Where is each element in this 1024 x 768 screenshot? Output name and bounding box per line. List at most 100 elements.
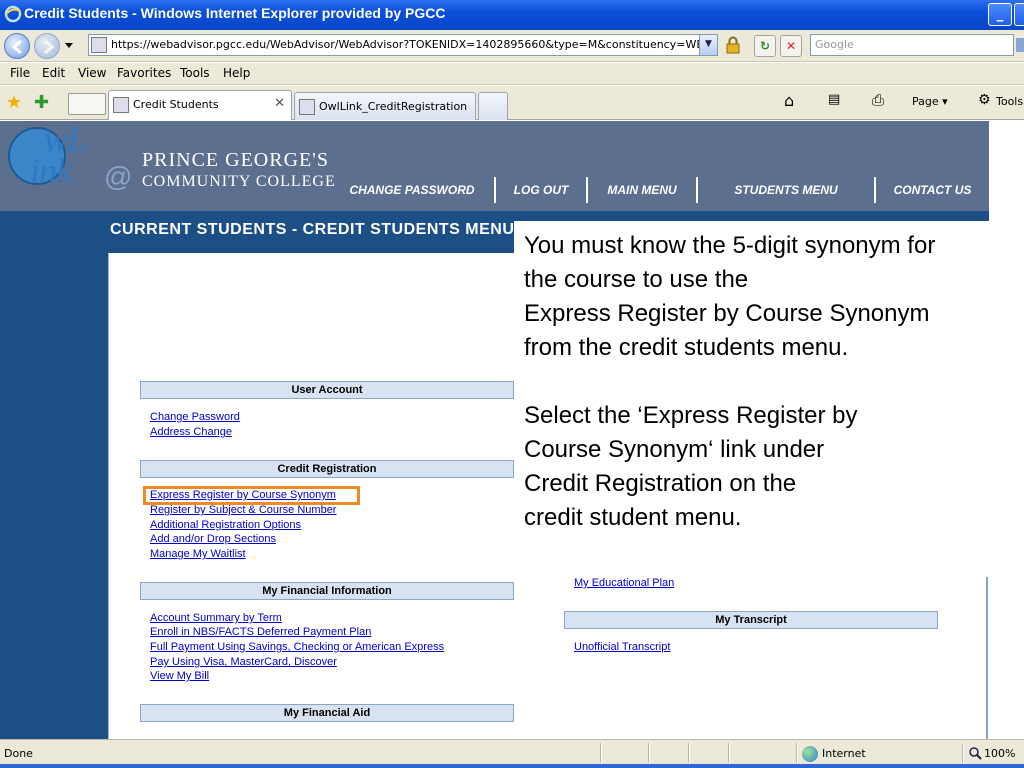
- callout-line-5: Select the ‘Express Register by: [524, 402, 858, 429]
- right-divider: [986, 576, 988, 739]
- maximize-button[interactable]: [1014, 3, 1024, 26]
- link-change-password[interactable]: Change Password: [150, 411, 240, 423]
- recent-pages-dropdown-icon[interactable]: [64, 40, 74, 50]
- ie-page-icon: [299, 99, 315, 115]
- status-divider: [796, 743, 798, 763]
- link-deferred-payment[interactable]: Enroll in NBS/FACTS Deferred Payment Pla…: [150, 626, 371, 638]
- callout-line-8: credit student menu.: [524, 504, 742, 531]
- tab-label: OwlLink_CreditRegistration: [319, 100, 468, 113]
- college-name-line2: COMMUNITY COLLEGE: [142, 173, 336, 190]
- gear-icon[interactable]: ⚙: [978, 92, 991, 108]
- favorites-star-icon[interactable]: ★: [6, 92, 22, 113]
- section-header-financial-info: My Financial Information: [140, 582, 514, 600]
- print-icon[interactable]: ⎙: [872, 91, 884, 109]
- status-divider: [728, 743, 730, 763]
- status-divider: [962, 743, 964, 763]
- home-icon[interactable]: ⌂: [784, 91, 794, 110]
- menu-tools[interactable]: Tools: [180, 66, 210, 80]
- search-input[interactable]: Google: [810, 34, 1014, 56]
- status-divider: [648, 743, 650, 763]
- zoom-icon[interactable]: [968, 746, 982, 760]
- menu-bar: File Edit View Favorites Tools Help: [0, 63, 1024, 85]
- link-manage-waitlist[interactable]: Manage My Waitlist: [150, 548, 246, 560]
- internet-zone-icon: [802, 746, 818, 762]
- quick-tabs-button[interactable]: [68, 93, 106, 115]
- site-banner: wL ink @ PRINCE GEORGE'S COMMUNITY COLLE…: [0, 121, 989, 211]
- nav-main-menu[interactable]: MAIN MENU: [588, 177, 698, 203]
- link-educational-plan[interactable]: My Educational Plan: [574, 577, 674, 589]
- link-add-drop-sections[interactable]: Add and/or Drop Sections: [150, 533, 276, 545]
- tab-bar: ★ ✚ Credit Students ✕ OwlLink_CreditRegi…: [0, 86, 1024, 120]
- page-icon: [113, 97, 129, 113]
- page-menu-button[interactable]: Page ▾: [912, 95, 948, 108]
- lock-icon[interactable]: [724, 36, 742, 54]
- new-tab-button[interactable]: [478, 92, 508, 120]
- nav-students-menu[interactable]: STUDENTS MENU: [698, 177, 876, 203]
- tools-menu-button[interactable]: Tools: [996, 95, 1023, 108]
- tab-label: Credit Students: [133, 98, 219, 111]
- status-divider: [600, 743, 602, 763]
- link-view-bill[interactable]: View My Bill: [150, 670, 209, 682]
- address-dropdown-button[interactable]: ▼: [699, 35, 717, 55]
- page-menu-label: Page: [912, 95, 939, 108]
- logo-at-sign: @: [104, 161, 133, 192]
- minimize-button[interactable]: _: [988, 3, 1012, 26]
- instruction-callout: You must know the 5-digit synonym for th…: [514, 221, 1024, 577]
- page-icon: [91, 37, 107, 53]
- link-unofficial-transcript[interactable]: Unofficial Transcript: [574, 641, 670, 653]
- section-header-transcript: My Transcript: [564, 611, 938, 629]
- link-additional-registration[interactable]: Additional Registration Options: [150, 519, 301, 531]
- top-navigation: CHANGE PASSWORD LOG OUT MAIN MENU STUDEN…: [330, 177, 989, 203]
- callout-line-6: Course Synonym‘ link under: [524, 436, 825, 463]
- link-pay-visa[interactable]: Pay Using Visa, MasterCard, Discover: [150, 656, 337, 668]
- window-title-bar[interactable]: Credit Students - Windows Internet Explo…: [0, 0, 1024, 30]
- tab-owllink-creditregistration[interactable]: OwlLink_CreditRegistration: [294, 92, 476, 120]
- forward-arrow-icon: [44, 39, 55, 55]
- search-button[interactable]: [1016, 38, 1024, 52]
- college-name-line1: PRINCE GEORGE'S: [142, 149, 329, 171]
- callout-line-4: from the credit students menu.: [524, 334, 849, 361]
- page-title: CURRENT STUDENTS - CREDIT STUDENTS MENU: [110, 221, 515, 238]
- status-text: Done: [4, 747, 33, 760]
- nav-change-password[interactable]: CHANGE PASSWORD: [330, 177, 496, 203]
- express-register-highlight: [143, 486, 360, 505]
- callout-line-3: Express Register by Course Synonym: [524, 300, 930, 327]
- menu-favorites[interactable]: Favorites: [117, 66, 171, 80]
- feeds-icon[interactable]: ▤: [828, 92, 840, 107]
- close-tab-icon[interactable]: ✕: [274, 96, 285, 111]
- address-toolbar: https://webadvisor.pgcc.edu/WebAdvisor/W…: [0, 30, 1024, 62]
- zoom-level[interactable]: 100%: [984, 747, 1015, 760]
- address-bar[interactable]: https://webadvisor.pgcc.edu/WebAdvisor/W…: [88, 34, 718, 56]
- refresh-button[interactable]: ↻: [754, 35, 776, 57]
- nav-log-out[interactable]: LOG OUT: [496, 177, 588, 203]
- window-title: Credit Students - Windows Internet Explo…: [24, 5, 446, 21]
- menu-file[interactable]: File: [10, 66, 30, 80]
- status-divider: [688, 743, 690, 763]
- link-full-payment[interactable]: Full Payment Using Savings, Checking or …: [150, 641, 444, 653]
- link-register-by-subject[interactable]: Register by Subject & Course Number: [150, 504, 336, 516]
- section-header-credit-registration: Credit Registration: [140, 460, 514, 478]
- link-account-summary[interactable]: Account Summary by Term: [150, 612, 282, 624]
- forward-button[interactable]: [34, 33, 60, 59]
- callout-line-1: You must know the 5-digit synonym for: [524, 232, 936, 259]
- menu-view[interactable]: View: [78, 66, 106, 80]
- taskbar-edge: [0, 764, 1024, 768]
- internet-explorer-icon: [4, 5, 22, 23]
- logo-text-bottom: ink: [30, 151, 72, 191]
- back-button[interactable]: [4, 33, 30, 59]
- tab-credit-students[interactable]: Credit Students ✕: [108, 90, 292, 120]
- stop-button[interactable]: ✕: [780, 35, 802, 57]
- callout-line-7: Credit Registration on the: [524, 470, 797, 497]
- menu-edit[interactable]: Edit: [42, 66, 65, 80]
- left-sidebar: [0, 211, 108, 739]
- callout-line-2: the course to use the: [524, 266, 749, 293]
- address-input[interactable]: https://webadvisor.pgcc.edu/WebAdvisor/W…: [111, 38, 701, 51]
- add-favorite-icon[interactable]: ✚: [34, 92, 49, 113]
- back-arrow-icon: [11, 39, 22, 55]
- section-header-user-account: User Account: [140, 381, 514, 399]
- security-zone[interactable]: Internet: [822, 747, 866, 760]
- section-header-financial-aid: My Financial Aid: [140, 704, 514, 722]
- nav-contact-us[interactable]: CONTACT US: [876, 177, 989, 203]
- menu-help[interactable]: Help: [223, 66, 250, 80]
- link-address-change[interactable]: Address Change: [150, 426, 232, 438]
